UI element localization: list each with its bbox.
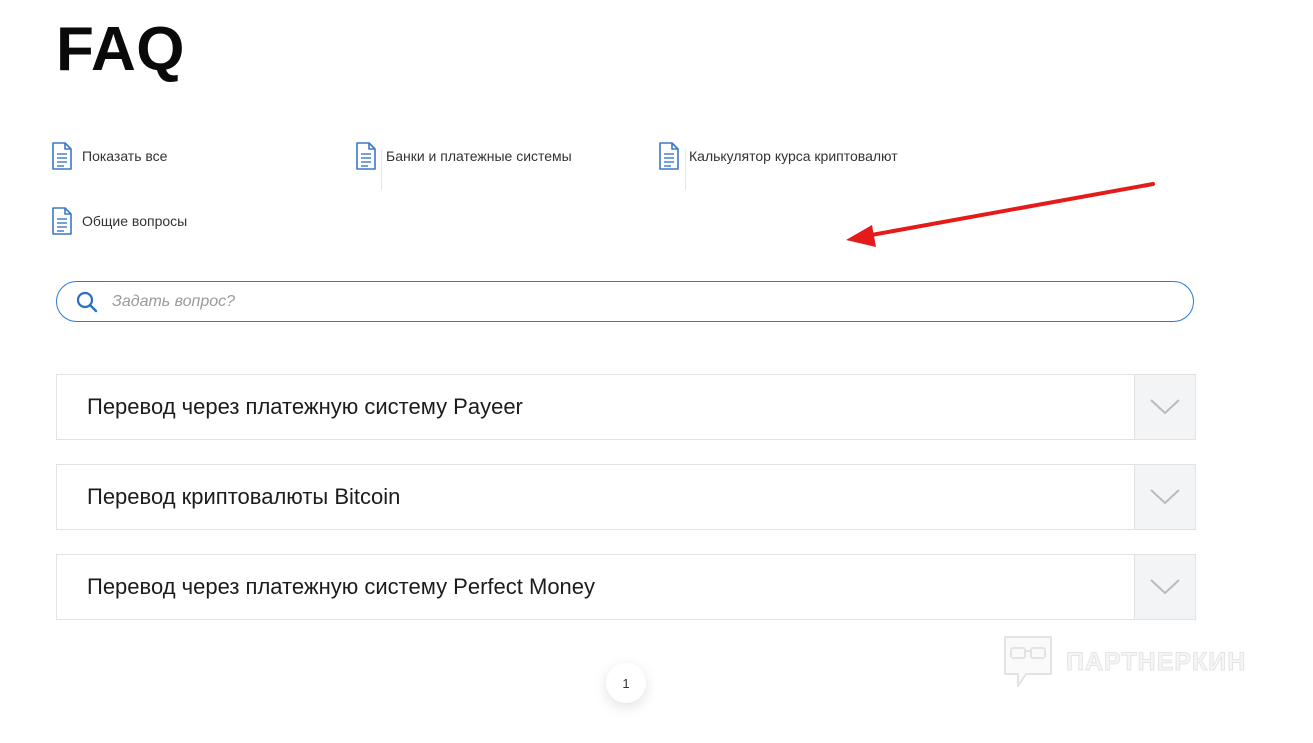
faq-toggle[interactable]: [1134, 465, 1195, 529]
faq-page: FAQ Показать все Банки и платежные систе…: [0, 0, 1313, 743]
search-icon[interactable]: [76, 291, 98, 313]
category-show-all[interactable]: Показать все: [51, 139, 167, 173]
faq-item-perfect-money[interactable]: Перевод через платежную систему Perfect …: [56, 554, 1196, 620]
category-label: Общие вопросы: [82, 213, 188, 229]
document-icon: [659, 142, 679, 170]
chevron-down-icon: [1150, 399, 1180, 415]
pagination-page-button[interactable]: 1: [606, 663, 646, 703]
faq-question: Перевод через платежную систему Payeer: [87, 394, 523, 419]
category-crypto-calculator[interactable]: Калькулятор курса криптовалют: [658, 139, 898, 173]
category-label: Банки и платежные системы: [386, 148, 572, 164]
chevron-down-icon: [1150, 579, 1180, 595]
search-bar: [56, 281, 1194, 322]
faq-question: Перевод через платежную систему Perfect …: [87, 574, 596, 599]
faq-item-payeer[interactable]: Перевод через платежную систему Payeer: [56, 374, 1196, 440]
category-general-questions[interactable]: Общие вопросы: [51, 204, 187, 238]
faq-item-bitcoin[interactable]: Перевод криптовалюты Bitcoin: [56, 464, 1196, 530]
document-icon: [52, 207, 72, 235]
page-title: FAQ: [56, 15, 185, 84]
watermark-text: ПАРТНЕРКИН: [1065, 647, 1247, 676]
category-label: Калькулятор курса криптовалют: [689, 148, 898, 164]
faq-question: Перевод криптовалюты Bitcoin: [87, 484, 401, 509]
document-icon: [52, 142, 72, 170]
annotation-arrow: [846, 182, 1155, 247]
category-label: Показать все: [82, 148, 168, 164]
chevron-down-icon: [1150, 489, 1180, 505]
watermark: ПАРТНЕРКИН: [1002, 634, 1246, 690]
faq-toggle[interactable]: [1134, 375, 1195, 439]
faq-toggle[interactable]: [1134, 555, 1195, 619]
document-icon: [356, 142, 376, 170]
category-banks-payment-systems[interactable]: Банки и платежные системы: [355, 139, 572, 173]
search-input[interactable]: [112, 292, 1112, 311]
partnerkin-logo-icon: [1004, 636, 1052, 687]
